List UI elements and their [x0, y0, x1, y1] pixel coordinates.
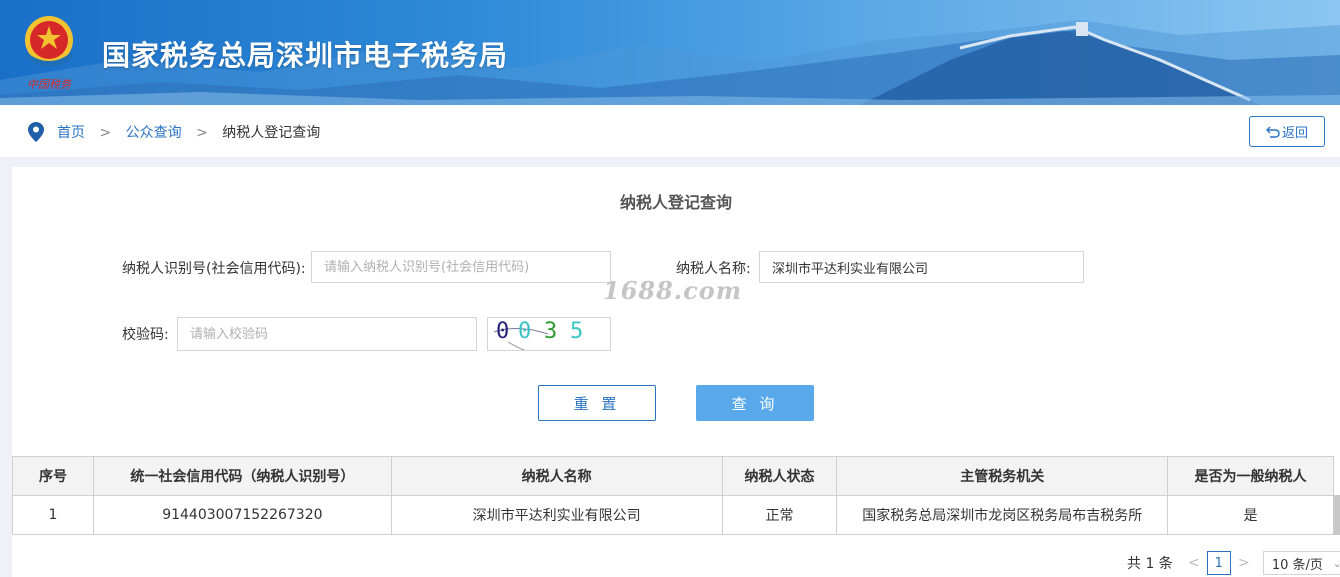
tax-emblem-icon: 中国税务 [25, 16, 73, 91]
return-arrow-icon [1265, 126, 1280, 138]
page-number-button[interactable]: 1 [1206, 551, 1231, 575]
chevron-down-icon: ⌄ [1332, 556, 1340, 570]
captcha-input[interactable] [177, 317, 477, 351]
taxpayer-status-cell: 正常 [721, 495, 838, 535]
reset-button[interactable]: 重 置 [538, 385, 656, 421]
breadcrumb-bar: 首页 > 公众查询 > 纳税人登记查询 [0, 105, 1340, 157]
breadcrumb-public-query[interactable]: 公众查询 [126, 125, 182, 141]
captcha-label: 校验码: [122, 327, 169, 343]
column-header: 纳税人名称 [390, 456, 723, 496]
credit-code-cell: 914403007152267320 [92, 495, 392, 535]
captcha-char: 0 [518, 319, 532, 344]
table-scrollbar[interactable] [1333, 495, 1340, 535]
breadcrumb-separator: > [196, 125, 208, 141]
tax-authority-cell: 国家税务总局深圳市龙岗区税务局布吉税务所 [836, 495, 1169, 535]
panel-title: 纳税人登记查询 [619, 193, 732, 212]
query-button[interactable]: 查 询 [696, 385, 814, 421]
taxpayer-name-label: 纳税人名称: [676, 261, 751, 277]
captcha-char: 5 [570, 319, 584, 344]
column-header: 统一社会信用代码（纳税人识别号） [92, 456, 392, 496]
svg-text:中国税务: 中国税务 [27, 78, 72, 91]
header-banner: 中国税务 国家税务总局深圳市电子税务局 [0, 0, 1340, 105]
results-table: 序号 统一社会信用代码（纳税人识别号） 纳税人名称 纳税人状态 主管税务机关 是… [12, 456, 1334, 535]
page-size-select[interactable]: 10 条/页 ⌄ [1262, 551, 1340, 575]
table-row[interactable]: 1 914403007152267320 深圳市平达利实业有限公司 正常 国家税… [12, 495, 1334, 535]
page-size-value: 10 条/页 [1271, 557, 1323, 573]
site-title: 国家税务总局深圳市电子税务局 [102, 39, 509, 72]
taxpayer-name-cell: 深圳市平达利实业有限公司 [390, 495, 723, 535]
general-taxpayer-cell: 是 [1167, 495, 1334, 535]
column-header: 纳税人状态 [721, 456, 838, 496]
column-header: 序号 [12, 456, 94, 496]
taxpayer-id-input[interactable] [311, 251, 611, 283]
captcha-char: 3 [544, 319, 558, 344]
next-page-button[interactable]: > [1237, 555, 1251, 571]
breadcrumb: 首页 > 公众查询 > 纳税人登记查询 [57, 122, 320, 142]
taxpayer-id-label: 纳税人识别号(社会信用代码): [122, 261, 306, 277]
prev-page-button[interactable]: < [1187, 555, 1201, 571]
watermark: 1688.com [603, 276, 743, 305]
captcha-char: 0 [496, 319, 510, 344]
pagination-total: 共 1 条 [1127, 556, 1173, 572]
breadcrumb-home[interactable]: 首页 [57, 125, 85, 141]
column-header: 是否为一般纳税人 [1167, 456, 1334, 496]
taxpayer-name-input[interactable] [759, 251, 1084, 283]
table-header-row: 序号 统一社会信用代码（纳税人识别号） 纳税人名称 纳税人状态 主管税务机关 是… [12, 456, 1334, 496]
location-pin-icon [28, 122, 44, 142]
back-button-label: 返回 [1281, 126, 1308, 141]
back-button[interactable]: 返回 [1249, 116, 1325, 147]
row-index-cell: 1 [12, 495, 94, 535]
pagination: 共 1 条 < 1 > 10 条/页 ⌄ [1127, 551, 1340, 575]
column-header: 主管税务机关 [836, 456, 1169, 496]
breadcrumb-current: 纳税人登记查询 [222, 125, 321, 141]
captcha-image[interactable]: 0 0 3 5 [487, 317, 611, 351]
breadcrumb-separator: > [99, 125, 112, 141]
